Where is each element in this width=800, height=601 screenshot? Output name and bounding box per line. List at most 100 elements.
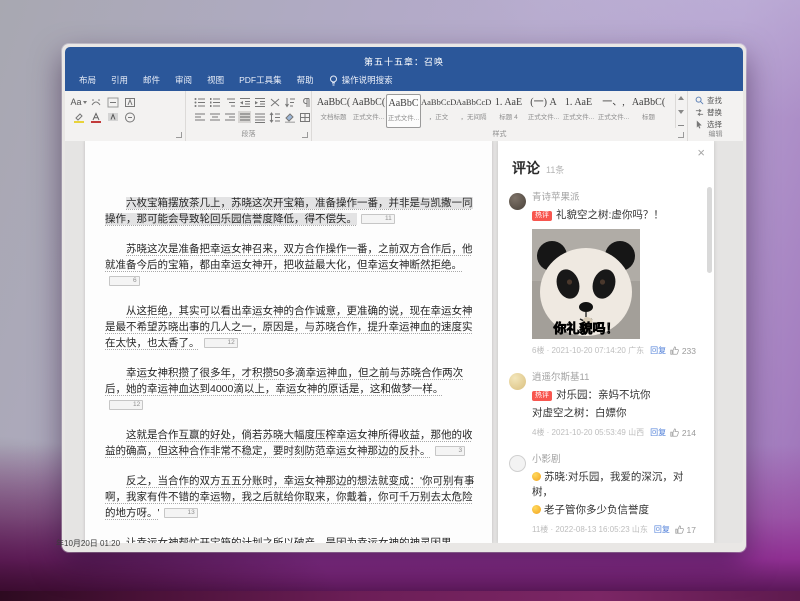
align-center-button[interactable] [208, 111, 221, 123]
like-button[interactable]: 233 [670, 346, 696, 356]
style-item[interactable]: (一) A正式文件... [526, 94, 561, 128]
comment-count-badge[interactable]: 6 [109, 276, 140, 286]
datetime-overlay: 年10月20日 01:20 [56, 538, 120, 549]
hot-comment-badge: 热评 [532, 211, 552, 221]
tab-pdf-tools[interactable]: PDF工具集 [239, 74, 282, 86]
like-button[interactable]: 214 [670, 428, 696, 438]
phonetic-guide-button[interactable] [89, 96, 102, 108]
style-item[interactable]: AaBbC(文档标题 [316, 94, 351, 128]
distribute-button[interactable] [253, 111, 266, 123]
style-item[interactable]: 1. AaE正式文件... [561, 94, 596, 128]
gallery-up-icon[interactable] [678, 96, 684, 100]
paragraph: 这就是合作互赢的好处，倘若苏晓大幅度压榨幸运女神所得收益，那他的收益的确高，但这… [105, 427, 476, 459]
change-case-button[interactable]: Aa [72, 96, 85, 108]
thumbs-up-icon [675, 525, 684, 534]
styles-gallery-scroll[interactable] [675, 94, 685, 128]
comment-item: 逍遥尔斯基11 热评对乐园：亲妈不坑你 对虚空之树：白嫖你 4楼 · 2021-… [498, 364, 714, 446]
comment-count-badge[interactable]: 11 [361, 214, 395, 224]
sort-button[interactable] [283, 96, 296, 108]
character-scaling-button[interactable] [106, 96, 119, 108]
find-button[interactable]: 查找 [695, 95, 722, 106]
comments-count: 11条 [546, 165, 564, 175]
comment-count-badge[interactable]: 3 [435, 446, 466, 456]
reply-link[interactable]: 回复 [654, 524, 670, 535]
comment-count-badge[interactable]: 13 [164, 508, 198, 518]
paragraph-dialog-launcher[interactable] [302, 132, 308, 138]
word-window: 第五十五章：召唤 布局 引用 邮件 审阅 视图 PDF工具集 帮助 操作说明搜索… [62, 44, 746, 552]
align-right-button[interactable] [223, 111, 236, 123]
justify-button[interactable] [238, 111, 251, 123]
style-item[interactable]: AaBbC(正式文件... [351, 94, 386, 128]
tab-view[interactable]: 视图 [207, 74, 224, 86]
replace-button[interactable]: 替换 [695, 107, 722, 118]
reply-link[interactable]: 回复 [650, 345, 666, 356]
avatar[interactable] [509, 455, 526, 472]
numbering-button[interactable] [208, 96, 221, 108]
document-workspace: 六枚宝箱摆放茶几上，苏晓这次开宝箱，准备操作一番，并非是与凯撒一同操作，那可能会… [65, 141, 743, 543]
panda-meme-image[interactable]: 你礼貌吗！ [532, 229, 640, 339]
styles-gallery: AaBbC(文档标题 AaBbC(正式文件... AaBbC正式文件... Aa… [316, 94, 673, 128]
like-count: 233 [682, 346, 696, 356]
comment-count-badge[interactable]: 12 [109, 400, 143, 410]
comment-text: 热评对乐园：亲妈不坑你 [532, 388, 696, 403]
multilevel-list-button[interactable] [223, 96, 236, 108]
avatar[interactable] [509, 193, 526, 210]
gallery-down-icon[interactable] [678, 110, 684, 114]
style-item[interactable]: AaBbCcDi，无间隔 [456, 94, 491, 128]
document-page[interactable]: 六枚宝箱摆放茶几上，苏晓这次开宝箱，准备操作一番，并非是与凯撒一同操作，那可能会… [85, 141, 492, 543]
tab-mailings[interactable]: 邮件 [143, 74, 160, 86]
like-count: 214 [682, 428, 696, 438]
tab-review[interactable]: 审阅 [175, 74, 192, 86]
style-item[interactable]: 1. AaE标题 4 [491, 94, 526, 128]
style-item[interactable]: 一、,正式文件... [596, 94, 631, 128]
styles-group: AaBbC(文档标题 AaBbC(正式文件... AaBbC正式文件... Aa… [312, 91, 688, 141]
scrollbar-thumb[interactable] [707, 187, 712, 273]
font-dialog-launcher[interactable] [176, 132, 182, 138]
close-icon[interactable]: × [697, 146, 705, 159]
paragraph-group: 段落 [186, 91, 312, 141]
tab-layout[interactable]: 布局 [79, 74, 96, 86]
bullets-button[interactable] [193, 96, 206, 108]
comment-item: 青诗苹果派 热评礼貌空之树:虚你吗？！ 你礼貌吗！ [498, 184, 714, 364]
asian-layout-button[interactable] [268, 96, 281, 108]
comment-text: 对虚空之树：白嫖你 [532, 406, 696, 421]
document-title: 第五十五章：召唤 [65, 55, 743, 68]
decrease-indent-button[interactable] [238, 96, 251, 108]
comment-meta: 11楼 · 2022-08-13 16:05:23 山东 回复 17 [532, 524, 696, 535]
tab-help[interactable]: 帮助 [297, 74, 314, 86]
tell-me-search[interactable]: 操作说明搜索 [329, 74, 393, 86]
comments-scrollbar[interactable] [707, 185, 713, 539]
ribbon-tab-bar: 布局 引用 邮件 审阅 视图 PDF工具集 帮助 操作说明搜索 [79, 74, 393, 86]
ribbon: Aa [65, 91, 743, 142]
font-color-button[interactable] [89, 111, 102, 123]
like-button[interactable]: 17 [675, 525, 696, 535]
font-group: Aa [65, 91, 186, 141]
reply-link[interactable]: 回复 [650, 427, 666, 438]
gallery-expand-icon[interactable] [678, 125, 684, 127]
increase-indent-button[interactable] [253, 96, 266, 108]
style-item[interactable]: AaBbCcDi，正文 [421, 94, 456, 128]
line-spacing-button[interactable] [268, 111, 281, 123]
commenter-name: 逍遥尔斯基11 [532, 371, 696, 385]
comment-count-badge[interactable]: 12 [204, 338, 238, 348]
enclose-characters-button[interactable] [123, 111, 136, 123]
tab-references[interactable]: 引用 [111, 74, 128, 86]
borders-button[interactable] [298, 111, 311, 123]
character-shading-button[interactable] [106, 111, 119, 123]
shading-button[interactable] [283, 111, 296, 123]
show-paragraph-marks-button[interactable] [298, 96, 311, 108]
background-bottom-band [0, 591, 800, 601]
character-border-button[interactable] [123, 96, 136, 108]
emoji-icon [532, 472, 541, 481]
avatar[interactable] [509, 373, 526, 390]
align-left-button[interactable] [193, 111, 206, 123]
cursor-icon [695, 120, 704, 129]
style-item-selected[interactable]: AaBbC正式文件... [386, 94, 421, 128]
text-highlight-button[interactable] [72, 111, 85, 123]
style-item[interactable]: AaBbC(标题 [631, 94, 666, 128]
styles-dialog-launcher[interactable] [678, 132, 684, 138]
commenter-name: 青诗苹果派 [532, 191, 696, 205]
paragraph-group-label: 段落 [186, 129, 311, 139]
comment-text: 老子管你多少负信誉度 [532, 503, 696, 518]
replace-icon [695, 108, 704, 117]
